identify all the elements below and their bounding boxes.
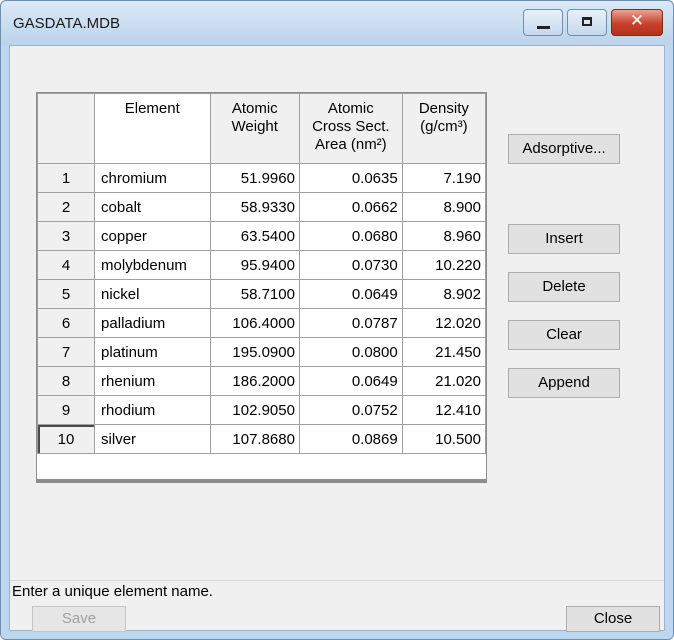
save-button[interactable]: Save [32,606,126,632]
cell-density[interactable]: 8.902 [401,279,487,309]
header-density[interactable]: Density (g/cm³) [401,93,487,164]
header-atomic-weight-line2: Weight [231,118,278,135]
table-header-row: Element Atomic Weight Atomic Cross Sect.… [36,93,487,164]
maximize-icon [582,17,592,26]
title-bar[interactable]: GASDATA.MDB ✕ [1,1,673,45]
cell-cross-section[interactable]: 0.0649 [298,366,403,396]
table-row[interactable]: 8 rhenium 186.2000 0.0649 21.020 [36,366,487,396]
delete-button[interactable]: Delete [508,272,620,302]
cell-atomic-weight[interactable]: 63.5400 [209,221,300,251]
header-element-label: Element [124,100,180,117]
cell-density[interactable]: 10.220 [401,250,487,280]
cell-density[interactable]: 10.500 [401,424,487,454]
cell-cross-section[interactable]: 0.0787 [298,308,403,338]
cell-density[interactable]: 21.020 [401,366,487,396]
table-row[interactable]: 10 silver 107.8680 0.0869 10.500 [36,424,487,454]
cell-atomic-weight[interactable]: 95.9400 [209,250,300,280]
clear-button[interactable]: Clear [508,320,620,350]
cell-element[interactable]: rhenium [94,366,211,396]
header-cross-section-line1: Atomic [327,100,374,117]
dialog-client-area: Element Atomic Weight Atomic Cross Sect.… [9,45,665,632]
cell-atomic-weight[interactable]: 107.8680 [209,424,300,454]
status-message: Enter a unique element name. [10,580,664,602]
cell-cross-section[interactable]: 0.0869 [298,424,403,454]
row-number[interactable]: 3 [36,221,96,251]
element-table: Element Atomic Weight Atomic Cross Sect.… [36,93,487,454]
element-data-grid[interactable]: Element Atomic Weight Atomic Cross Sect.… [36,92,487,483]
cell-element[interactable]: molybdenum [94,250,211,280]
cell-element[interactable]: rhodium [94,395,211,425]
cell-cross-section[interactable]: 0.0662 [298,192,403,222]
header-density-line1: Density [418,100,469,117]
close-button[interactable]: Close [566,606,660,632]
cell-cross-section[interactable]: 0.0649 [298,279,403,309]
adsorptive-button[interactable]: Adsorptive... [508,134,620,164]
row-number[interactable]: 10 [36,424,96,454]
cell-atomic-weight[interactable]: 186.2000 [209,366,300,396]
table-row[interactable]: 5 nickel 58.7100 0.0649 8.902 [36,279,487,309]
close-icon: ✕ [629,11,645,31]
row-number[interactable]: 4 [36,250,96,280]
table-row[interactable]: 3 copper 63.5400 0.0680 8.960 [36,221,487,251]
minimize-icon [537,26,550,29]
cell-atomic-weight[interactable]: 51.9960 [209,163,300,193]
cell-atomic-weight[interactable]: 195.0900 [209,337,300,367]
cell-cross-section[interactable]: 0.0800 [298,337,403,367]
table-row[interactable]: 9 rhodium 102.9050 0.0752 12.410 [36,395,487,425]
header-element[interactable]: Element [94,93,211,164]
cell-cross-section[interactable]: 0.0680 [298,221,403,251]
header-atomic-weight[interactable]: Atomic Weight [209,93,300,164]
header-atomic-weight-line1: Atomic [231,100,278,117]
cell-density[interactable]: 12.410 [401,395,487,425]
cell-element[interactable]: copper [94,221,211,251]
row-number[interactable]: 1 [36,163,96,193]
maximize-button[interactable] [567,9,607,36]
row-number[interactable]: 7 [36,337,96,367]
cell-density[interactable]: 7.190 [401,163,487,193]
cell-cross-section[interactable]: 0.0730 [298,250,403,280]
table-row[interactable]: 4 molybdenum 95.9400 0.0730 10.220 [36,250,487,280]
table-row[interactable]: 6 palladium 106.4000 0.0787 12.020 [36,308,487,338]
cell-element[interactable]: platinum [94,337,211,367]
cell-atomic-weight[interactable]: 106.4000 [209,308,300,338]
cell-density[interactable]: 8.900 [401,192,487,222]
cell-density[interactable]: 12.020 [401,308,487,338]
table-row[interactable]: 1 chromium 51.9960 0.0635 7.190 [36,163,487,193]
table-row[interactable]: 2 cobalt 58.9330 0.0662 8.900 [36,192,487,222]
corner-header[interactable] [36,93,96,164]
window-close-button[interactable]: ✕ [611,9,663,36]
cell-atomic-weight[interactable]: 58.9330 [209,192,300,222]
cell-atomic-weight[interactable]: 58.7100 [209,279,300,309]
cell-atomic-weight[interactable]: 102.9050 [209,395,300,425]
cell-density[interactable]: 21.450 [401,337,487,367]
dialog-window: GASDATA.MDB ✕ Element Atomic Weight Atom… [0,0,674,640]
cell-cross-section[interactable]: 0.0635 [298,163,403,193]
row-number[interactable]: 6 [36,308,96,338]
window-title: GASDATA.MDB [13,15,120,32]
cell-cross-section[interactable]: 0.0752 [298,395,403,425]
insert-button[interactable]: Insert [508,224,620,254]
header-density-line2: (g/cm³) [420,118,468,135]
cell-element[interactable]: palladium [94,308,211,338]
cell-density[interactable]: 8.960 [401,221,487,251]
append-button[interactable]: Append [508,368,620,398]
minimize-button[interactable] [523,9,563,36]
table-row[interactable]: 7 platinum 195.0900 0.0800 21.450 [36,337,487,367]
cell-element[interactable]: silver [94,424,211,454]
header-cross-section-line3: Area (nm²) [315,136,387,153]
row-number[interactable]: 9 [36,395,96,425]
header-cross-section-line2: Cross Sect. [312,118,390,135]
cell-element[interactable]: cobalt [94,192,211,222]
row-number[interactable]: 8 [36,366,96,396]
row-number[interactable]: 2 [36,192,96,222]
cell-element[interactable]: chromium [94,163,211,193]
cell-element[interactable]: nickel [94,279,211,309]
header-cross-section[interactable]: Atomic Cross Sect. Area (nm²) [298,93,403,164]
row-number[interactable]: 5 [36,279,96,309]
